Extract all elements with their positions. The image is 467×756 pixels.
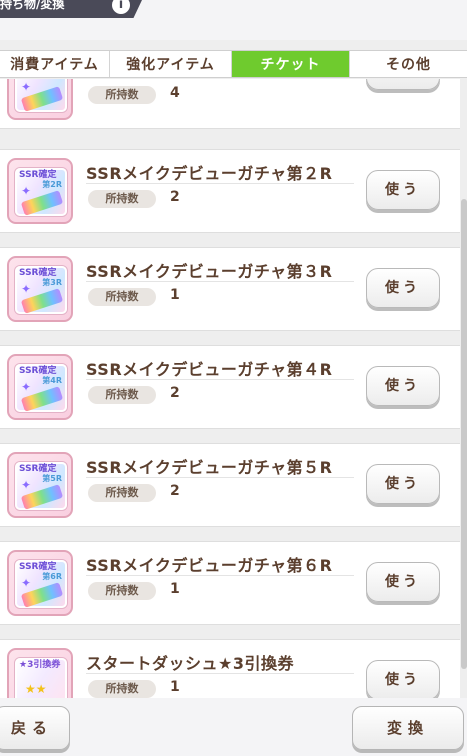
ticket-image: SSR確定 第4R ✦	[15, 364, 67, 412]
list-item: SSR確定 第2R ✦ SSRメイクデビューガチャ第２R 所持数 2 使う	[0, 149, 460, 233]
owned-label: 所持数	[88, 680, 156, 698]
ticket-image: SSR確定 第6R ✦	[15, 560, 67, 608]
owned-label: 所持数	[88, 582, 156, 600]
tab-other[interactable]: その他	[350, 51, 467, 77]
list-item: SSR確定 第4R ✦ SSRメイクデビューガチャ第４R 所持数 2 使う	[0, 345, 460, 429]
ticket-thumbnail: ★3引換券 ★★	[7, 648, 73, 699]
owned-label: 所持数	[88, 190, 156, 208]
ticket-list[interactable]: ✦ 所持数 4 使う SSR確定 第2R ✦ SSRメイクデビューガチャ第２R …	[0, 79, 467, 699]
divider	[86, 281, 354, 282]
owned-count: 1	[170, 287, 180, 303]
ticket-image: SSR確定 第5R ✦	[15, 462, 67, 510]
category-tabs: 消費アイテム 強化アイテム チケット その他	[0, 50, 467, 78]
owned-label: 所持数	[88, 288, 156, 306]
owned-count: 4	[170, 85, 180, 101]
item-name: SSRメイクデビューガチャ第３R	[86, 262, 333, 281]
sparkle-icon: ✦	[21, 184, 32, 198]
list-item: SSR確定 第6R ✦ SSRメイクデビューガチャ第６R 所持数 1 使う	[0, 541, 460, 625]
list-item: ✦ 所持数 4 使う	[0, 79, 460, 129]
sparkle-icon: ✦	[21, 478, 32, 492]
use-button[interactable]: 使う	[366, 268, 440, 308]
ticket-thumbnail: SSR確定 第2R ✦	[7, 158, 73, 224]
item-name: SSRメイクデビューガチャ第５R	[86, 458, 333, 477]
back-button[interactable]: 戻る	[0, 706, 70, 750]
use-button[interactable]: 使う	[366, 170, 440, 210]
tab-enhancement[interactable]: 強化アイテム	[110, 51, 232, 77]
owned-label: 所持数	[88, 86, 156, 104]
use-button[interactable]: 使う	[366, 366, 440, 406]
header: 持ち物/変換 i	[0, 0, 467, 40]
ticket-image: SSR確定 第3R ✦	[15, 266, 67, 314]
ticket-image: ★3引換券 ★★	[15, 658, 67, 699]
sparkle-icon: ✦	[21, 80, 32, 94]
owned-label: 所持数	[88, 386, 156, 404]
owned-count: 2	[170, 189, 180, 205]
divider	[86, 575, 354, 576]
item-name: SSRメイクデビューガチャ第２R	[86, 164, 333, 183]
owned-count: 2	[170, 483, 180, 499]
sparkle-icon: ✦	[21, 380, 32, 394]
owned-label: 所持数	[88, 484, 156, 502]
owned-count: 1	[170, 581, 180, 597]
star-icon: ★★	[25, 682, 47, 696]
list-item: SSR確定 第5R ✦ SSRメイクデビューガチャ第５R 所持数 2 使う	[0, 443, 460, 527]
ticket-thumbnail: ✦	[7, 79, 73, 120]
divider	[86, 379, 354, 380]
sparkle-icon: ✦	[21, 282, 32, 296]
item-name: SSRメイクデビューガチャ第６R	[86, 556, 333, 575]
list-item: ★3引換券 ★★ スタートダッシュ★3引換券 所持数 1 使う	[0, 639, 460, 699]
footer: 戻る 変換	[0, 698, 467, 756]
divider	[86, 183, 354, 184]
divider	[86, 477, 354, 478]
ticket-thumbnail: SSR確定 第6R ✦	[7, 550, 73, 616]
divider	[86, 673, 354, 674]
use-button[interactable]: 使う	[366, 464, 440, 504]
use-button[interactable]: 使う	[366, 562, 440, 602]
ticket-thumbnail: SSR確定 第3R ✦	[7, 256, 73, 322]
owned-count: 1	[170, 679, 180, 695]
tab-tickets[interactable]: チケット	[232, 51, 350, 77]
ticket-image: SSR確定 第2R ✦	[15, 168, 67, 216]
ticket-image: ✦	[15, 79, 67, 112]
item-name: スタートダッシュ★3引換券	[86, 654, 294, 673]
exchange-button[interactable]: 変換	[352, 706, 464, 750]
tab-consumables[interactable]: 消費アイテム	[0, 51, 110, 77]
ticket-thumbnail: SSR確定 第4R ✦	[7, 354, 73, 420]
owned-count: 2	[170, 385, 180, 401]
page-title: 持ち物/変換	[0, 0, 65, 11]
list-item: SSR確定 第3R ✦ SSRメイクデビューガチャ第３R 所持数 1 使う	[0, 247, 460, 331]
sparkle-icon: ✦	[21, 576, 32, 590]
use-button[interactable]: 使う	[366, 79, 440, 90]
ticket-thumbnail: SSR確定 第5R ✦	[7, 452, 73, 518]
use-button[interactable]: 使う	[366, 660, 440, 699]
item-name: SSRメイクデビューガチャ第４R	[86, 360, 333, 379]
scrollbar[interactable]	[461, 199, 467, 669]
